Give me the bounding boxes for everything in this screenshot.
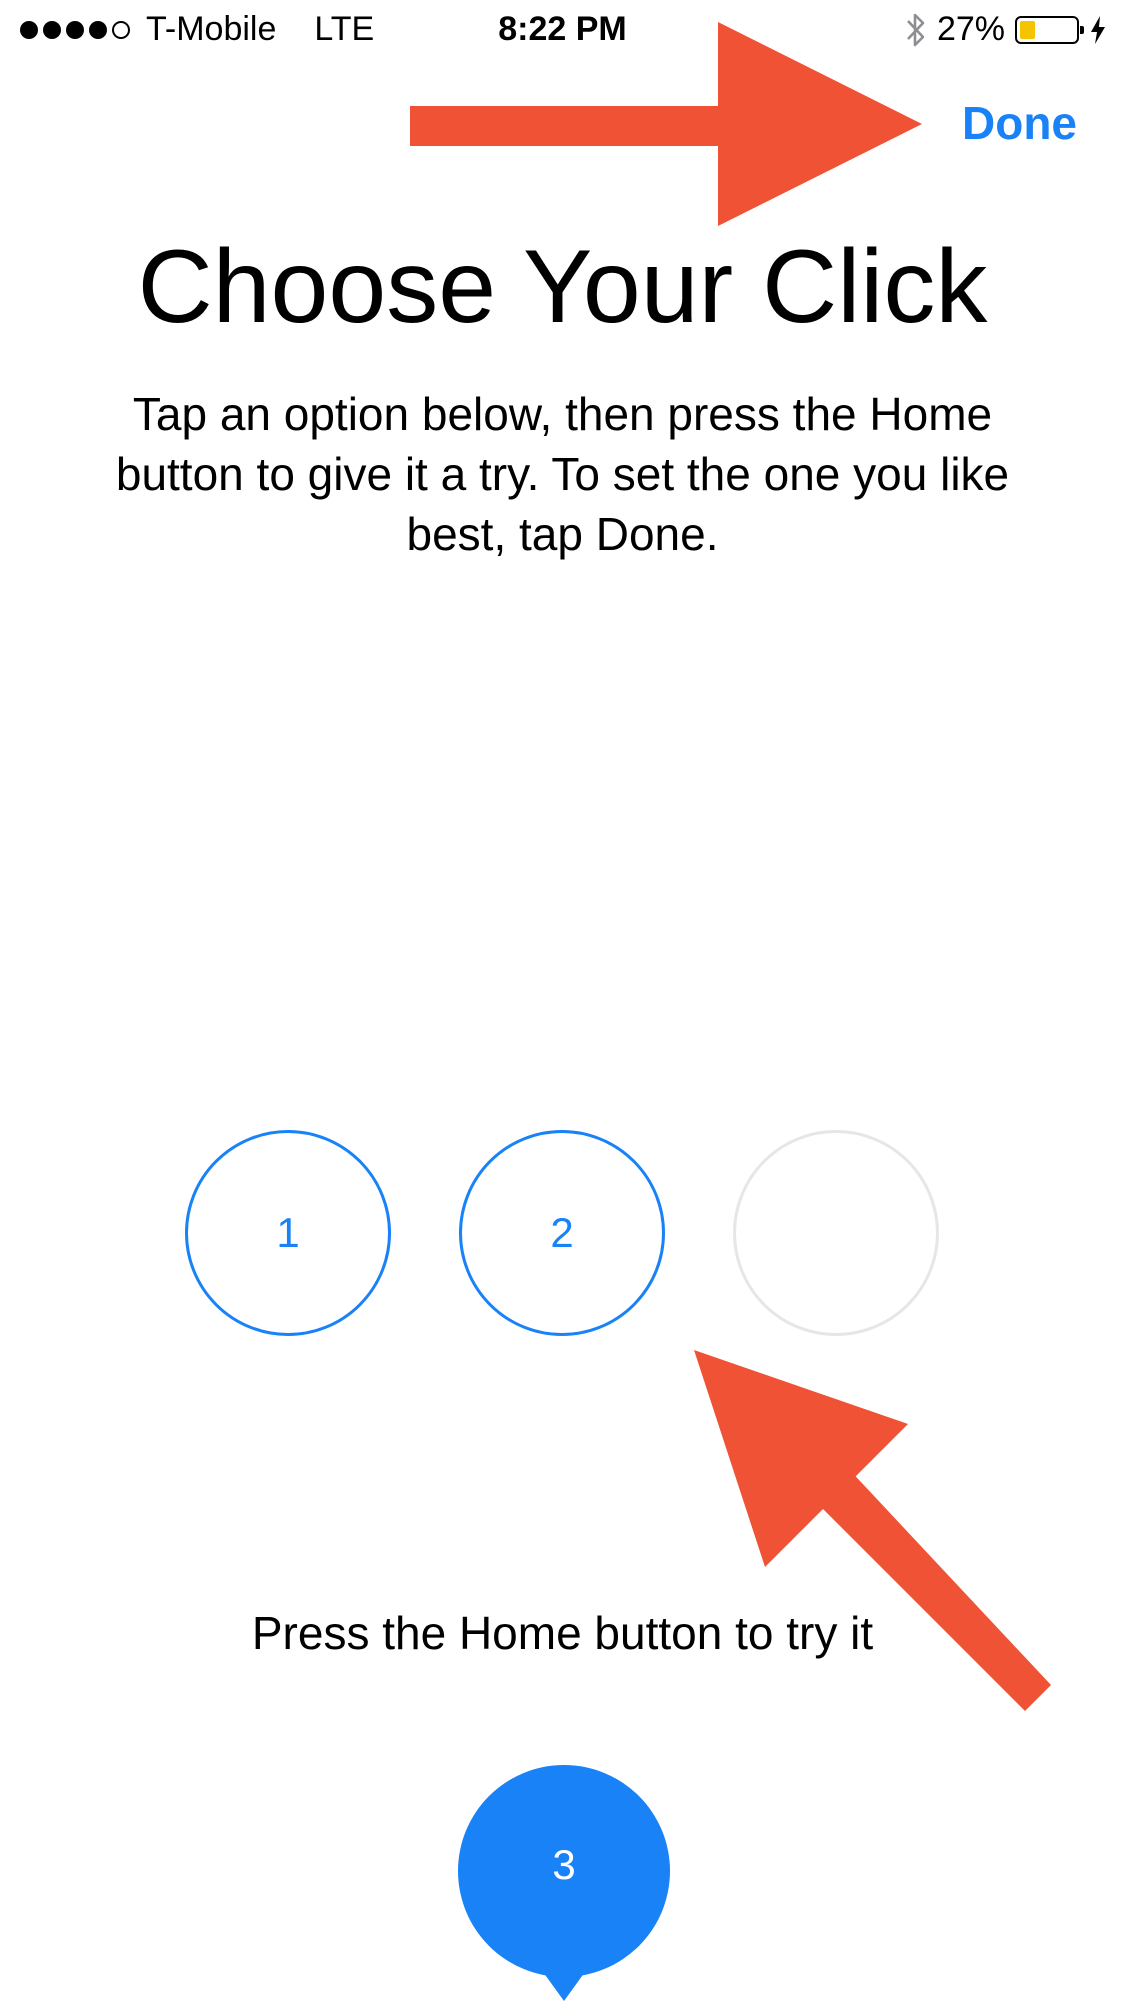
option-label: 1 (276, 1209, 300, 1256)
click-option-3[interactable] (733, 1130, 939, 1336)
status-bar: T-Mobile LTE 8:22 PM 27% (0, 0, 1125, 64)
click-option-1[interactable]: 1 (185, 1130, 391, 1336)
status-right: 27% (905, 10, 1107, 49)
battery-level-fill (1020, 20, 1035, 39)
click-option-2[interactable]: 2 (459, 1130, 665, 1336)
battery-percent: 27% (936, 10, 1005, 48)
charging-bolt-icon (1091, 15, 1105, 44)
press-home-hint: Press the Home button to try it (251, 1607, 874, 1659)
click-settings-screen: T-Mobile LTE 8:22 PM 27% Done Choose You… (0, 0, 1125, 2001)
selected-option-label: 3 (552, 1841, 576, 1888)
home-press-indicator[interactable]: 3 (458, 1765, 670, 2001)
battery-icon (1015, 15, 1084, 44)
option-label: 2 (550, 1209, 574, 1256)
instructions-text: Tap an option below, then press the Home… (115, 388, 1010, 560)
page-title: Choose Your Click (137, 229, 988, 345)
bluetooth-icon (906, 13, 925, 46)
done-button[interactable]: Done (962, 96, 1077, 150)
